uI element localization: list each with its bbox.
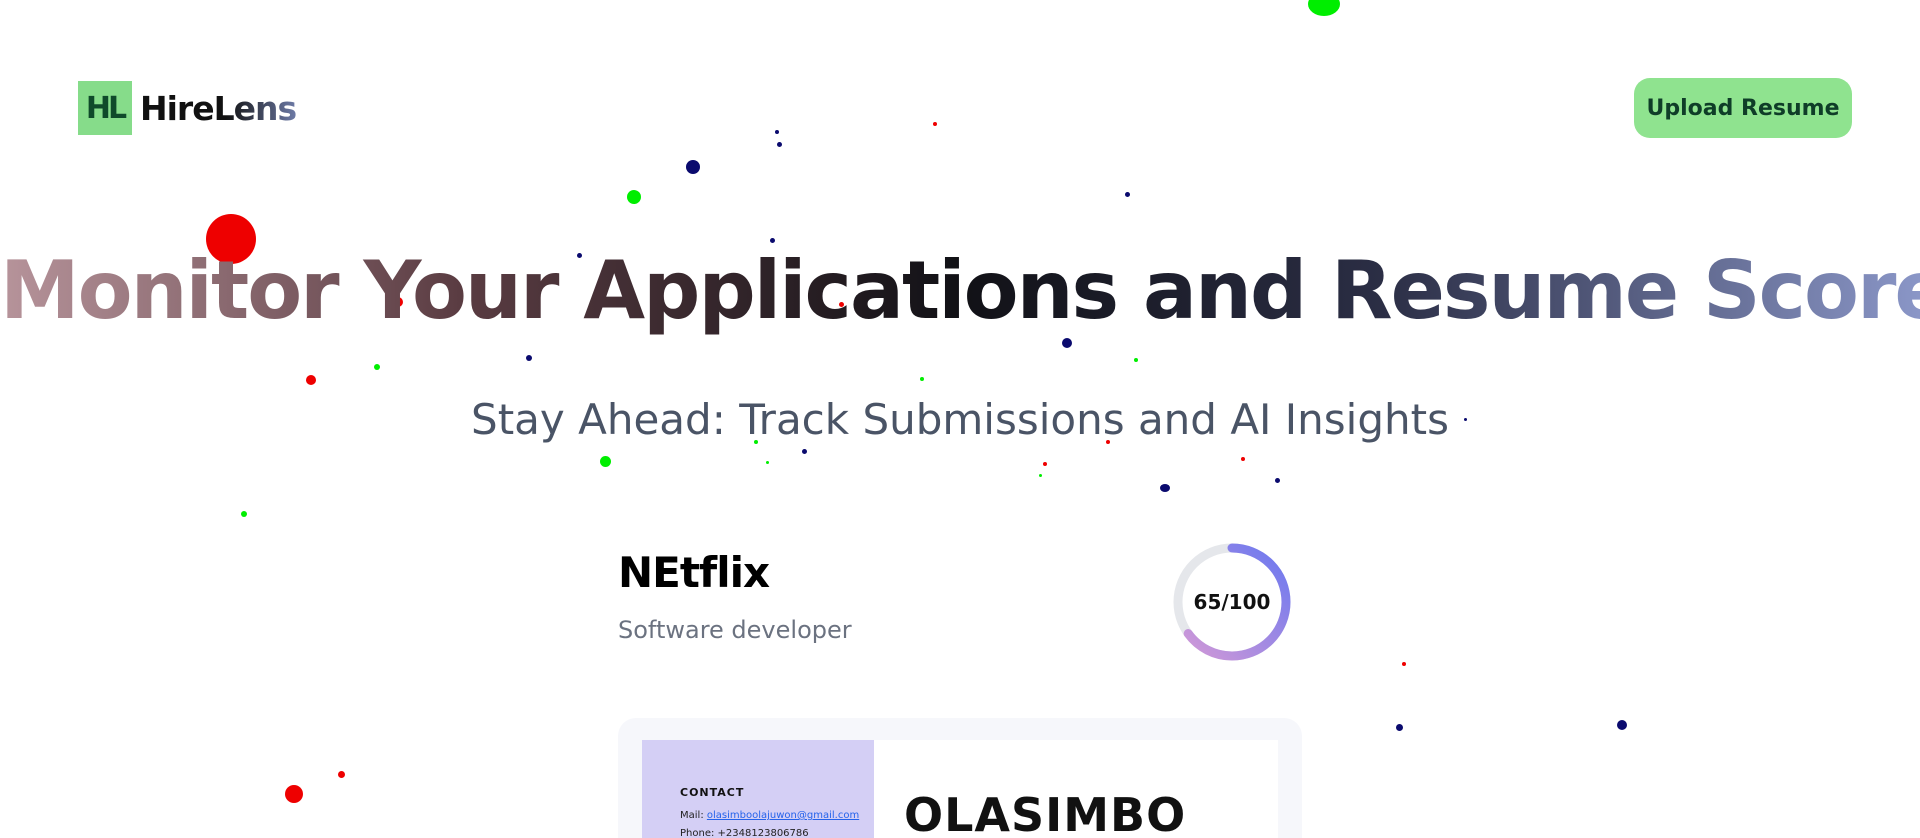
navbar: HL HireLens Upload Resume	[0, 0, 1920, 200]
particle	[766, 461, 769, 464]
resume-candidate-name: OLASIMBO	[904, 788, 1187, 838]
contact-phone: Phone: +2348123806786	[680, 825, 874, 838]
particle	[1039, 474, 1042, 477]
particle	[1134, 358, 1138, 362]
particle	[338, 771, 345, 778]
particle	[1617, 720, 1627, 730]
score-label: 65/100	[1193, 590, 1271, 614]
resume-sidebar: CONTACT Mail: olasimboolajuwon@gmail.com…	[642, 740, 874, 838]
particle	[802, 449, 807, 454]
particle	[306, 375, 316, 385]
resume-preview-frame: CONTACT Mail: olasimboolajuwon@gmail.com…	[618, 718, 1302, 838]
contact-mail: Mail: olasimboolajuwon@gmail.com	[680, 807, 874, 825]
particle	[526, 355, 532, 361]
company-name: NEtflix	[618, 548, 770, 597]
logo-mark-text: HL	[85, 90, 127, 126]
score-circle: 65/100	[1170, 540, 1294, 664]
hero-title: Monitor Your Applications and Resume Sco…	[0, 236, 1920, 346]
resume-preview[interactable]: CONTACT Mail: olasimboolajuwon@gmail.com…	[642, 740, 1278, 838]
particle	[374, 364, 380, 370]
phone-value: +2348123806786	[717, 828, 809, 838]
particle	[920, 377, 924, 381]
particle	[1160, 484, 1170, 492]
particle	[1275, 478, 1280, 483]
contact-heading: CONTACT	[680, 786, 745, 799]
mail-label: Mail:	[680, 810, 704, 821]
upload-resume-button[interactable]: Upload Resume	[1634, 78, 1852, 138]
application-card[interactable]: NEtflix Software developer 65/100 CONTAC…	[618, 540, 1302, 838]
particle	[1241, 457, 1245, 461]
phone-label: Phone:	[680, 828, 715, 838]
mail-link[interactable]: olasimboolajuwon@gmail.com	[707, 810, 859, 821]
particle	[1043, 462, 1047, 466]
particle	[241, 511, 247, 517]
particle	[1402, 662, 1406, 666]
brand-name: HireLens	[140, 88, 297, 128]
hero-subtitle: Stay Ahead: Track Submissions and AI Ins…	[471, 395, 1449, 444]
particle	[600, 456, 611, 467]
logo-icon: HL	[78, 81, 132, 135]
particle	[285, 785, 303, 803]
logo-link[interactable]: HL HireLens	[78, 81, 297, 135]
particle	[1396, 724, 1403, 731]
job-role: Software developer	[618, 616, 852, 644]
